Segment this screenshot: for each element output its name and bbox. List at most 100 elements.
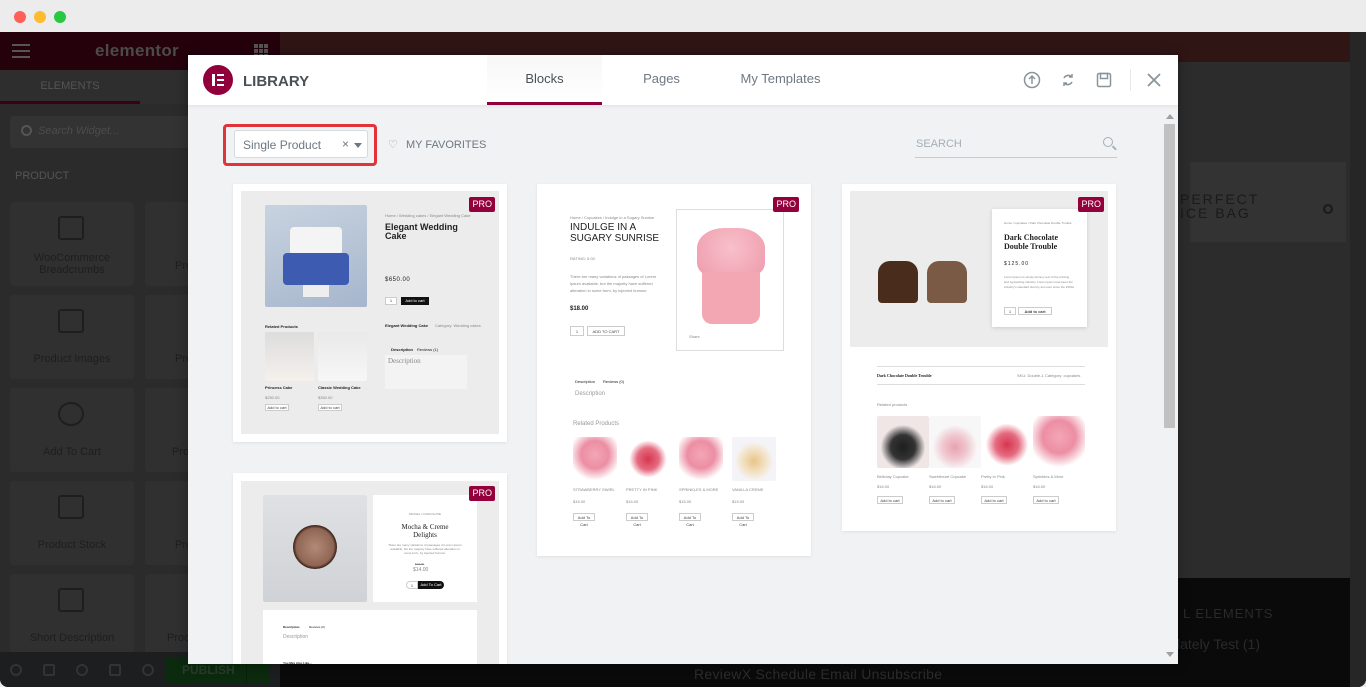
template-card[interactable]: Home / cupcakes / Dark Chocolate Double …: [842, 184, 1116, 531]
related-product-price: $19.00: [732, 499, 745, 504]
search-icon: [1103, 137, 1113, 147]
preview-title: PERFECT ICE BAG: [1180, 192, 1259, 220]
widget-product-stock[interactable]: Product Stock: [10, 481, 134, 565]
widget-label: WooCommerce Breadcrumbs: [33, 252, 111, 276]
search-icon: [21, 125, 32, 136]
product-description: Lorem Ipsum is simply dummy text of the …: [1004, 275, 1074, 289]
product-title: Elegant Wedding Cake: [385, 222, 458, 241]
app-window: elementor ELEMENTS Search Widget... PROD…: [0, 0, 1366, 687]
related-add-to-cart: Add to cart: [318, 404, 342, 411]
related-product-price: $16.00: [877, 484, 890, 489]
breadcrumb: Home / Cupcakes / Indulge in a Sugary Su…: [570, 215, 655, 220]
related-add-to-cart: Add to cart: [981, 496, 1007, 504]
hamburger-menu-icon[interactable]: [12, 44, 30, 58]
title-line: Double Trouble: [1004, 242, 1058, 251]
description-heading: Description: [283, 634, 309, 640]
minimize-window-button[interactable]: [34, 11, 46, 23]
category-filter-select[interactable]: Single Product ×: [234, 130, 368, 158]
widget-woocommerce-breadcrumbs[interactable]: WooCommerce Breadcrumbs: [10, 202, 134, 286]
widget-search-input[interactable]: Search Widget...: [10, 116, 210, 148]
title-line: SUGARY SUNRISE: [570, 233, 660, 244]
related-add-to-cart: Add To Cart: [573, 513, 595, 527]
related-product-name: Sprinkles & More: [1033, 474, 1064, 479]
related-product-image: [929, 416, 981, 468]
related-product-image: [626, 437, 670, 481]
navigator-layers-icon[interactable]: [43, 664, 55, 676]
save-icon[interactable]: [1095, 71, 1113, 89]
title-bar: [0, 0, 1366, 32]
close-window-button[interactable]: [14, 11, 26, 23]
related-product-name: VANILLA CREME: [732, 487, 764, 492]
scroll-up-arrow-icon[interactable]: [1166, 114, 1174, 119]
product-price: $14.00: [413, 567, 429, 573]
quantity-input: 1: [385, 297, 397, 305]
tab-blocks[interactable]: Blocks: [487, 55, 602, 105]
template-card[interactable]: Home / Wedding cakes / Elegant Wedding C…: [233, 184, 507, 442]
meta-title: Elegant Wedding Cake: [385, 323, 429, 328]
tab-pages[interactable]: Pages: [614, 55, 709, 105]
product-images-icon: [58, 309, 84, 333]
library-scrollbar[interactable]: [1162, 110, 1178, 664]
my-favorites-button[interactable]: ♡ MY FAVORITES: [388, 138, 486, 151]
related-product-name: Pretty In Pink: [981, 474, 1005, 479]
chevron-down-icon[interactable]: [354, 143, 362, 148]
close-icon[interactable]: [1145, 71, 1163, 89]
preview-elements-label: L ELEMENTS: [1183, 606, 1274, 621]
description-heading: Description: [388, 357, 421, 365]
widget-product-images[interactable]: Product Images: [10, 295, 134, 379]
library-search-input[interactable]: SEARCH: [915, 133, 1117, 158]
title-line: Mocha & Creme: [401, 523, 449, 531]
product-title: Dark Chocolate Double Trouble: [1004, 233, 1058, 251]
scroll-down-arrow-icon[interactable]: [1166, 652, 1174, 657]
product-description: There are many variations of passages of…: [570, 274, 657, 293]
widget-label: Add To Cart: [43, 446, 101, 458]
widget-add-to-cart[interactable]: Add To Cart: [10, 388, 134, 472]
meta-category: Category: cupcakes: [1045, 373, 1081, 378]
tab-elements[interactable]: ELEMENTS: [0, 70, 140, 104]
meta-bar: Dark Chocolate Double Trouble SKU: Doubl…: [877, 366, 1085, 385]
preview-title-line: ICE BAG: [1180, 205, 1251, 221]
publish-label: PUBLISH: [182, 663, 235, 677]
widget-label: Short Description: [29, 632, 115, 644]
title-line: Delights: [413, 531, 437, 539]
preview-title-line: PERFECT: [1180, 191, 1260, 207]
settings-icon[interactable]: [10, 664, 22, 676]
upload-icon[interactable]: [1023, 71, 1041, 89]
responsive-mode-icon[interactable]: [109, 664, 121, 676]
widget-short-description[interactable]: Short Description: [10, 574, 134, 658]
wedding-cake-image: [265, 205, 367, 307]
add-to-cart-icon: [58, 402, 84, 426]
related-product-name: Sweetheart Cupcake: [929, 474, 967, 479]
related-product-image: [877, 416, 929, 468]
related-add-to-cart: Add to cart: [265, 404, 289, 411]
search-placeholder: SEARCH: [916, 138, 962, 150]
scrollbar-thumb[interactable]: [1164, 124, 1175, 428]
template-card[interactable]: MOCHA / CHOCOLATE Mocha & Creme Delights …: [233, 473, 507, 664]
meta-title: Dark Chocolate Double Trouble: [877, 373, 932, 378]
quantity-input: 1: [1004, 307, 1016, 315]
related-title: Related products: [877, 402, 908, 407]
preview-eye-icon[interactable]: [142, 664, 154, 676]
preview-lately-label: lately Test (1): [1177, 636, 1260, 652]
old-price: $18.00: [415, 562, 425, 566]
preview-scrollbar[interactable]: [1350, 32, 1366, 687]
template-card[interactable]: Home / Cupcakes / Indulge in a Sugary Su…: [537, 184, 811, 556]
related-product-image: [1033, 416, 1085, 468]
preview-footer-text: ReviewX Schedule Email Unsubscribe: [694, 666, 943, 682]
related-add-to-cart: Add to cart: [1033, 496, 1059, 504]
clear-filter-icon[interactable]: ×: [342, 137, 349, 151]
library-modal: LIBRARY Blocks Pages My Templates Single…: [188, 55, 1178, 664]
sync-icon[interactable]: [1059, 71, 1077, 89]
related-title: You May Also Like...: [283, 661, 312, 664]
related-product-name: Birthday Cupcake: [877, 474, 909, 479]
maximize-window-button[interactable]: [54, 11, 66, 23]
history-icon[interactable]: [76, 664, 88, 676]
widget-label: Product Images: [33, 353, 111, 365]
reviews-tab: Reviews (0): [309, 625, 325, 629]
chocolate-cupcake-image: [878, 261, 918, 303]
tab-my-templates[interactable]: My Templates: [728, 55, 833, 105]
mocha-cupcakes-image: [263, 495, 367, 602]
description-tab: Description: [575, 379, 596, 384]
related-product-image: [732, 437, 776, 481]
heart-icon: ♡: [388, 139, 398, 151]
